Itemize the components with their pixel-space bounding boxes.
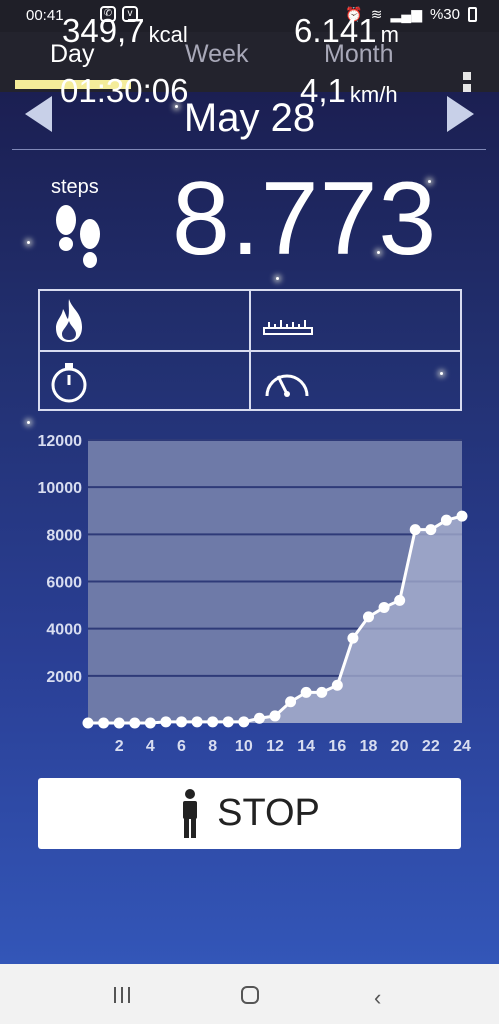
- data-point: [394, 594, 406, 606]
- distance-value: 6.141: [294, 12, 377, 49]
- data-point: [176, 716, 187, 728]
- next-day-button[interactable]: [447, 96, 474, 132]
- data-point: [144, 717, 156, 729]
- data-point: [425, 524, 437, 536]
- y-tick-label: 6000: [46, 575, 82, 592]
- back-icon[interactable]: ‹: [374, 985, 381, 1011]
- x-tick-label: 22: [422, 738, 440, 755]
- data-point: [363, 611, 374, 623]
- flame-icon: [56, 299, 82, 342]
- data-point: [82, 717, 94, 729]
- x-tick-label: 8: [208, 738, 217, 755]
- y-tick-label: 12000: [38, 433, 83, 450]
- data-point: [347, 632, 359, 644]
- x-tick-label: 18: [360, 738, 378, 755]
- data-point: [238, 716, 250, 728]
- y-tick-label: 10000: [38, 480, 83, 497]
- speed-stat: 4,1 km/h: [300, 72, 398, 110]
- data-point: [409, 524, 421, 536]
- sparkle-decoration: [27, 421, 30, 424]
- data-point: [253, 712, 265, 724]
- calories-value: 349,7: [62, 12, 145, 49]
- duration-stat: 01:30:06: [60, 72, 188, 110]
- stats-grid: [38, 289, 462, 411]
- x-tick-label: 6: [177, 738, 186, 755]
- calories-unit: kcal: [148, 22, 188, 47]
- grid-divider: [40, 350, 460, 352]
- data-point: [378, 601, 390, 613]
- data-point: [285, 696, 297, 708]
- data-point: [98, 717, 110, 729]
- person-icon: [183, 788, 198, 838]
- data-point: [160, 716, 172, 728]
- steps-chart: 200040006000800010000120002 4 6 8 10 12 14 16 18…: [38, 433, 472, 755]
- data-point: [129, 717, 141, 729]
- stop-button[interactable]: STOP: [38, 778, 461, 849]
- x-tick-label: 16: [328, 738, 346, 755]
- x-tick-label: 10: [235, 738, 253, 755]
- battery-icon: [468, 7, 477, 22]
- speedometer-icon: [265, 374, 309, 397]
- y-tick-label: 8000: [46, 527, 82, 544]
- x-tick-label: 12: [266, 738, 284, 755]
- speed-unit: km/h: [349, 82, 398, 107]
- data-point: [440, 514, 452, 526]
- footprints-icon: [56, 205, 100, 268]
- x-tick-label: 4: [146, 738, 155, 755]
- duration-value: 01:30:06: [60, 72, 189, 109]
- data-point: [207, 716, 219, 728]
- x-tick-label: 14: [297, 738, 315, 755]
- distance-unit: m: [380, 22, 399, 47]
- data-point: [191, 716, 203, 728]
- battery-text: %30: [429, 6, 460, 23]
- divider: [12, 149, 486, 150]
- x-tick-label: 2: [115, 738, 124, 755]
- steps-label: steps: [51, 176, 99, 198]
- data-point: [222, 716, 234, 728]
- status-time: 00:41: [26, 7, 64, 24]
- stop-button-label: STOP: [217, 792, 320, 834]
- home-icon[interactable]: [241, 986, 259, 1004]
- data-point: [456, 510, 468, 522]
- sparkle-decoration: [27, 241, 30, 244]
- x-tick-label: 24: [453, 738, 471, 755]
- distance-stat: 6.141 m: [294, 12, 399, 50]
- data-point: [316, 686, 328, 698]
- stopwatch-icon: [51, 363, 87, 403]
- data-point: [300, 686, 312, 698]
- data-point: [331, 679, 343, 691]
- y-tick-label: 4000: [46, 622, 82, 639]
- data-point: [269, 710, 281, 722]
- ruler-icon: [263, 320, 313, 335]
- x-tick-label: 20: [391, 738, 409, 755]
- data-point: [113, 717, 125, 729]
- speed-value: 4,1: [300, 72, 346, 109]
- recent-apps-icon[interactable]: [113, 987, 131, 1003]
- y-tick-label: 2000: [46, 669, 82, 686]
- steps-count: 8.773: [172, 161, 438, 277]
- calories-stat: 349,7 kcal: [62, 12, 188, 50]
- tab-week[interactable]: Week: [185, 40, 248, 69]
